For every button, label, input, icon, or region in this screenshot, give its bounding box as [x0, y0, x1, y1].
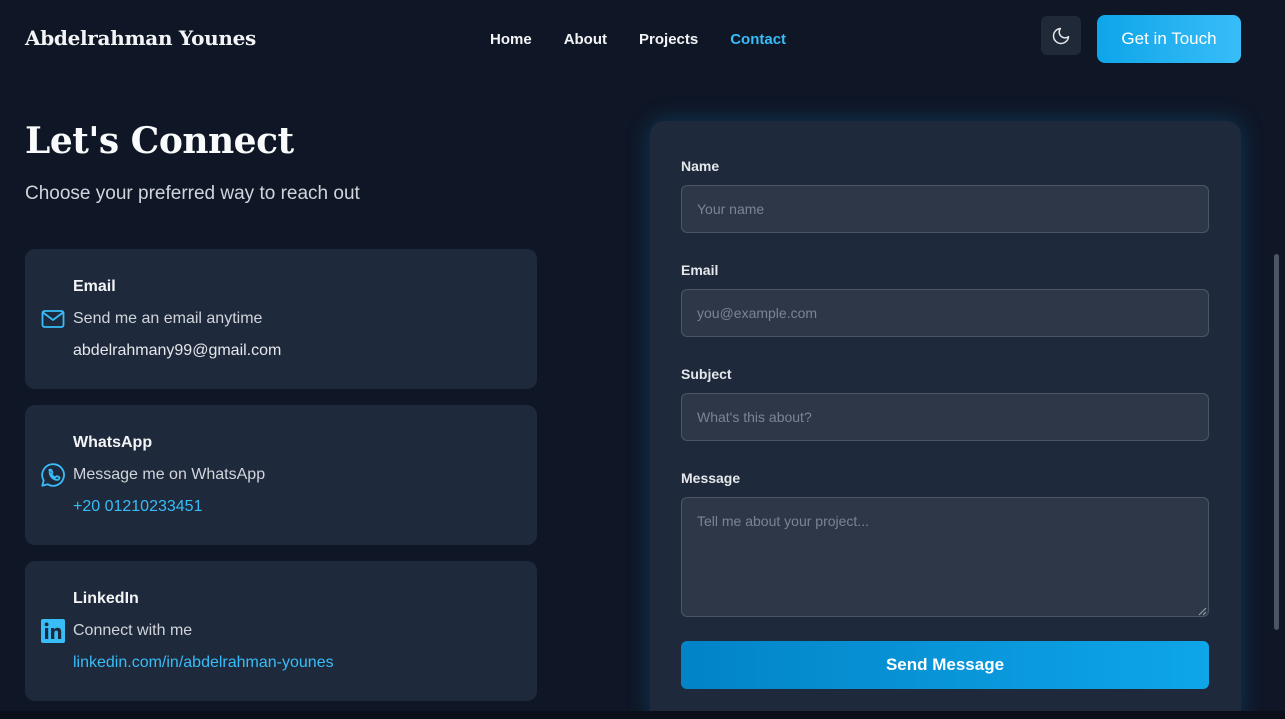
scrollbar-thumb[interactable]: [1274, 254, 1279, 630]
email-input[interactable]: [681, 289, 1209, 337]
subject-input[interactable]: [681, 393, 1209, 441]
linkedin-profile-link[interactable]: linkedin.com/in/abdelrahman-younes: [73, 654, 334, 672]
card-title: LinkedIn: [73, 590, 139, 607]
send-message-button[interactable]: Send Message: [681, 641, 1209, 689]
email-address[interactable]: abdelrahmany99@gmail.com: [73, 342, 281, 360]
contact-card-email[interactable]: Email Send me an email anytime abdelrahm…: [25, 249, 537, 389]
site-logo[interactable]: Abdelrahman Younes: [25, 26, 256, 50]
linkedin-icon: [40, 618, 66, 644]
card-description: Send me an email anytime: [73, 310, 263, 327]
contact-card-linkedin[interactable]: LinkedIn Connect with me linkedin.com/in…: [25, 561, 537, 701]
name-input[interactable]: [681, 185, 1209, 233]
page-title: Let's Connect: [25, 120, 294, 162]
page-subtitle: Choose your preferred way to reach out: [25, 183, 360, 204]
bottom-edge: [0, 711, 1285, 719]
contact-form: Name Email Subject Message Send Message: [650, 121, 1241, 719]
subject-label: Subject: [681, 366, 732, 382]
site-header: Abdelrahman Younes Home About Projects C…: [0, 0, 1285, 80]
nav-contact[interactable]: Contact: [730, 31, 786, 48]
whatsapp-icon: [40, 462, 66, 488]
card-description: Message me on WhatsApp: [73, 466, 266, 483]
email-label: Email: [681, 262, 719, 278]
card-title: Email: [73, 278, 116, 295]
contact-page: Abdelrahman Younes Home About Projects C…: [0, 0, 1285, 719]
contact-card-whatsapp[interactable]: WhatsApp Message me on WhatsApp +20 0121…: [25, 405, 537, 545]
whatsapp-number-link[interactable]: +20 01210233451: [73, 498, 202, 516]
nav-about[interactable]: About: [564, 31, 607, 48]
nav-home[interactable]: Home: [490, 31, 532, 48]
card-description: Connect with me: [73, 622, 193, 639]
theme-toggle-button[interactable]: [1041, 16, 1081, 55]
card-title: WhatsApp: [73, 434, 153, 451]
name-label: Name: [681, 158, 720, 174]
get-in-touch-button[interactable]: Get in Touch: [1097, 15, 1241, 63]
moon-icon: [1052, 27, 1070, 44]
mail-icon: [40, 306, 66, 332]
message-label: Message: [681, 470, 741, 486]
nav-projects[interactable]: Projects: [639, 31, 698, 48]
message-textarea[interactable]: [681, 497, 1209, 617]
main-nav: Home About Projects Contact: [490, 31, 786, 48]
resize-grip-icon[interactable]: [1198, 607, 1207, 616]
